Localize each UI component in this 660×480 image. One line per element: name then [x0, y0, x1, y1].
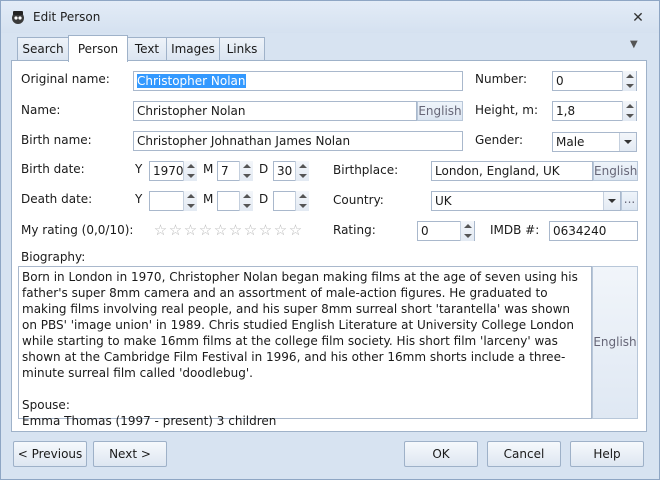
- number-value: 0: [556, 74, 564, 88]
- country-more-button[interactable]: ...: [621, 191, 638, 211]
- rating-star-icon[interactable]: ☆: [228, 221, 243, 239]
- close-icon[interactable]: ✕: [629, 9, 647, 27]
- height-spinner[interactable]: [622, 101, 636, 121]
- rating-star-icon[interactable]: ☆: [288, 221, 303, 239]
- rating-value: 0: [421, 224, 429, 238]
- tab-search[interactable]: Search: [17, 37, 69, 60]
- tab-images[interactable]: Images: [166, 37, 220, 60]
- birthplace-english-button[interactable]: English: [593, 161, 638, 181]
- number-label: Number:: [475, 72, 528, 86]
- birth-name-input[interactable]: Christopher Johnathan James Nolan: [133, 131, 463, 151]
- gender-select[interactable]: Male: [552, 132, 637, 152]
- death-year-spinner[interactable]: [183, 191, 197, 211]
- birth-year-spinner[interactable]: [183, 161, 197, 181]
- rating-star-icon[interactable]: ☆: [243, 221, 258, 239]
- country-label: Country:: [333, 193, 384, 207]
- biography-english-button[interactable]: English: [592, 266, 638, 419]
- birth-date-label: Birth date:: [21, 162, 85, 176]
- birth-month-spinner[interactable]: [239, 161, 253, 181]
- death-day-label: D: [259, 192, 269, 206]
- imdb-label: IMDB #:: [490, 223, 540, 237]
- cancel-button[interactable]: Cancel: [487, 441, 561, 467]
- birth-name-value: Christopher Johnathan James Nolan: [137, 134, 351, 148]
- name-value: Christopher Nolan: [137, 104, 246, 118]
- death-year-label: Y: [135, 192, 143, 206]
- original-name-input[interactable]: Christopher Nolan: [133, 71, 463, 91]
- country-value: UK: [435, 194, 452, 208]
- original-name-label: Original name:: [21, 72, 110, 86]
- tab-menu-chevron-icon[interactable]: ▼: [630, 39, 638, 50]
- rating-star-icon[interactable]: ☆: [213, 221, 228, 239]
- tab-text[interactable]: Text: [127, 37, 167, 60]
- name-input[interactable]: Christopher Nolan: [133, 101, 417, 121]
- death-month-label: M: [203, 192, 214, 206]
- rating-star-icon[interactable]: ☆: [183, 221, 198, 239]
- birth-name-label: Birth name:: [21, 133, 92, 147]
- app-icon: [12, 11, 24, 24]
- birth-month-label: M: [203, 162, 214, 176]
- rating-label: Rating:: [333, 223, 376, 237]
- biography-text: Born in London in 1970, Christopher Nola…: [22, 270, 578, 428]
- birth-day-label: D: [259, 162, 269, 176]
- my-rating-label: My rating (0,0/10):: [21, 223, 134, 237]
- birthplace-label: Birthplace:: [333, 163, 399, 177]
- name-english-button[interactable]: English: [417, 101, 463, 121]
- next-button[interactable]: Next >: [93, 441, 167, 467]
- rating-star-icon[interactable]: ☆: [258, 221, 273, 239]
- original-name-value: Christopher Nolan: [137, 74, 246, 88]
- edit-person-window: Edit Person ✕ Search Person Text Images …: [0, 0, 660, 480]
- rating-spinner[interactable]: [460, 221, 474, 241]
- name-label: Name:: [21, 103, 61, 117]
- birth-year-value: 1970: [153, 164, 184, 178]
- rating-star-icon[interactable]: ☆: [273, 221, 288, 239]
- imdb-input[interactable]: 0634240: [549, 221, 638, 241]
- height-value: 1,8: [556, 104, 576, 118]
- birth-month-value: 7: [221, 164, 229, 178]
- death-month-spinner[interactable]: [239, 191, 253, 211]
- rating-star-icon[interactable]: ☆: [153, 221, 168, 239]
- birth-day-spinner[interactable]: [295, 161, 309, 181]
- rating-star-icon[interactable]: ☆: [168, 221, 183, 239]
- imdb-value: 0634240: [553, 224, 607, 238]
- biography-textarea[interactable]: Born in London in 1970, Christopher Nola…: [18, 266, 592, 428]
- window-title: Edit Person: [33, 10, 101, 24]
- rating-star-icon[interactable]: ☆: [198, 221, 213, 239]
- title-bar: Edit Person ✕: [1, 1, 659, 33]
- help-button[interactable]: Help: [570, 441, 644, 467]
- tab-person[interactable]: Person: [68, 35, 128, 62]
- gender-dropdown-arrow-icon[interactable]: [619, 133, 636, 151]
- tab-links[interactable]: Links: [219, 37, 265, 60]
- death-day-spinner[interactable]: [295, 191, 309, 211]
- ok-button[interactable]: OK: [404, 441, 478, 467]
- birthplace-value: London, England, UK: [435, 164, 560, 178]
- country-dropdown-arrow-icon[interactable]: [603, 192, 620, 210]
- height-label: Height, m:: [475, 103, 539, 117]
- biography-label: Biography:: [21, 250, 86, 264]
- birth-year-label: Y: [135, 162, 143, 176]
- death-date-label: Death date:: [21, 192, 93, 206]
- country-select[interactable]: UK: [431, 191, 621, 211]
- number-spinner[interactable]: [622, 71, 636, 91]
- gender-label: Gender:: [475, 133, 524, 147]
- previous-button[interactable]: < Previous: [13, 441, 87, 467]
- gender-value: Male: [556, 135, 585, 149]
- birth-day-value: 30: [277, 164, 293, 178]
- my-rating-stars[interactable]: ☆ ☆ ☆ ☆ ☆ ☆ ☆ ☆ ☆ ☆: [153, 221, 303, 239]
- birthplace-input[interactable]: London, England, UK: [431, 161, 593, 181]
